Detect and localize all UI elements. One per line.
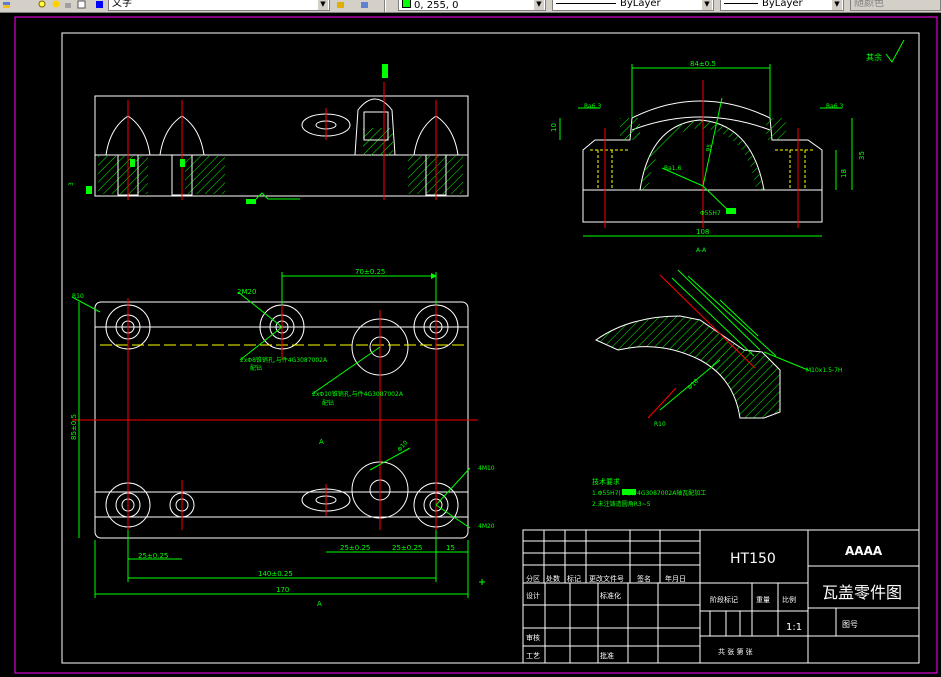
dim-108: 108: [696, 228, 709, 236]
label-design: 设计: [526, 591, 540, 600]
label-standard: 标准化: [600, 591, 621, 600]
label-r10: R10: [72, 293, 84, 300]
label-scale: 比例: [782, 595, 796, 604]
dim-140: 140±0.25: [258, 570, 293, 578]
dim-170: 170: [276, 586, 289, 594]
dim-85: 85±0.5: [70, 414, 78, 440]
roughness-right: Ra6.3: [826, 103, 843, 110]
label-4m20: 4M20: [478, 523, 495, 530]
dim-18: 18: [840, 169, 848, 178]
label-phi10: Φ10: [396, 439, 409, 453]
section-label-top: A-A: [696, 247, 707, 254]
plotstyle-combo[interactable]: 随颜色: [850, 0, 941, 11]
label-process: 工艺: [526, 652, 540, 660]
layer-combo[interactable]: 文字 ▼: [108, 0, 330, 11]
label-drawing-no: 图号: [842, 620, 858, 629]
lock-icon[interactable]: [64, 0, 73, 9]
label-sheets: 共 张 第 张: [718, 647, 753, 656]
label-weight: 重量: [756, 596, 770, 604]
label-2m20: 2M20: [237, 288, 256, 296]
dim-25-a: 25±0.25: [138, 552, 168, 560]
surface-other: 其余: [866, 52, 882, 62]
rev-header-zone: 分区: [526, 574, 540, 583]
color-combo[interactable]: 0, 255, 0 ▼: [398, 0, 546, 11]
chevron-down-icon[interactable]: ▼: [702, 0, 712, 10]
hole-note-1b: 配钻: [250, 364, 262, 372]
color-swatch: [402, 0, 411, 8]
lineweight-combo[interactable]: ByLayer ▼: [720, 0, 844, 11]
section-mark-a-top: A: [319, 438, 324, 446]
notes-line-2: 2.未注铸造圆角R3~5: [592, 500, 651, 508]
dim-3: 3: [68, 182, 75, 186]
roughness-ra16: Ra1.6: [664, 165, 681, 172]
chevron-down-icon[interactable]: ▼: [318, 0, 328, 10]
rev-header-sign: 签名: [637, 574, 651, 583]
part-name: 瓦盖零件图: [822, 583, 902, 602]
dim-84: 84±0.5: [690, 60, 716, 68]
layer-state-icon[interactable]: [77, 0, 86, 9]
dim-25-b: 25±0.25: [340, 544, 370, 552]
hole-note-1: 2xΦ8锥销孔,与件4G3087002A: [240, 356, 328, 364]
hole-note-2b: 配钻: [322, 399, 334, 407]
layer-previous-icon[interactable]: [360, 0, 369, 9]
frame-border: [61, 32, 920, 664]
dim-35: 35: [858, 151, 866, 160]
bore-phi55: Φ55H7: [700, 210, 721, 217]
notes-line-1: 1.Φ55H7( )与件4G3087002A轴瓦配加工: [592, 489, 706, 497]
rev-header-mark: 标记: [567, 574, 581, 583]
notes-title: 技术要求: [592, 477, 620, 486]
chevron-down-icon[interactable]: ▼: [832, 0, 842, 10]
rev-header-docno: 更改文件号: [589, 574, 624, 583]
section-mark-a-bottom: A: [317, 600, 322, 608]
scale-value: 1:1: [786, 622, 802, 633]
chevron-down-icon[interactable]: ▼: [534, 0, 544, 10]
lightbulb-icon[interactable]: [38, 0, 47, 9]
label-4m10: 4M10: [478, 465, 495, 472]
layers-icon[interactable]: [2, 0, 11, 9]
label-review: 审核: [526, 633, 540, 642]
section-r10: R10: [654, 421, 666, 428]
rev-header-count: 处数: [546, 574, 560, 583]
dim-15: 15: [446, 544, 455, 552]
linetype-combo[interactable]: ByLayer ▼: [552, 0, 714, 11]
front-view[interactable]: [94, 82, 469, 200]
roughness-left: Ra6.3: [584, 103, 601, 110]
company-name: AAAA: [845, 544, 883, 558]
dim-10: 10: [550, 123, 558, 132]
section-phi10: Φ10: [686, 378, 700, 392]
rev-header-date: 年月日: [665, 574, 686, 583]
dim-70: 70±0.25: [355, 268, 385, 276]
make-layer-current-icon[interactable]: [336, 0, 345, 9]
thread-callout: M10x1.5-7H: [806, 367, 842, 374]
sun-icon[interactable]: [52, 0, 61, 9]
material-value: HT150: [730, 551, 776, 567]
label-approve: 批准: [600, 651, 614, 660]
label-stage: 阶段标记: [710, 595, 738, 604]
hole-note-2: 2xΦ10锥销孔,与件4G3087002A: [312, 390, 404, 398]
drawing-canvas[interactable]: 3 70±0.25 2M20 2xΦ8锥销孔,与件4G3087002A 配钻 2…: [0, 12, 941, 677]
color-swatch-icon[interactable]: [95, 0, 104, 9]
dim-25-c: 25±0.25: [392, 544, 422, 552]
